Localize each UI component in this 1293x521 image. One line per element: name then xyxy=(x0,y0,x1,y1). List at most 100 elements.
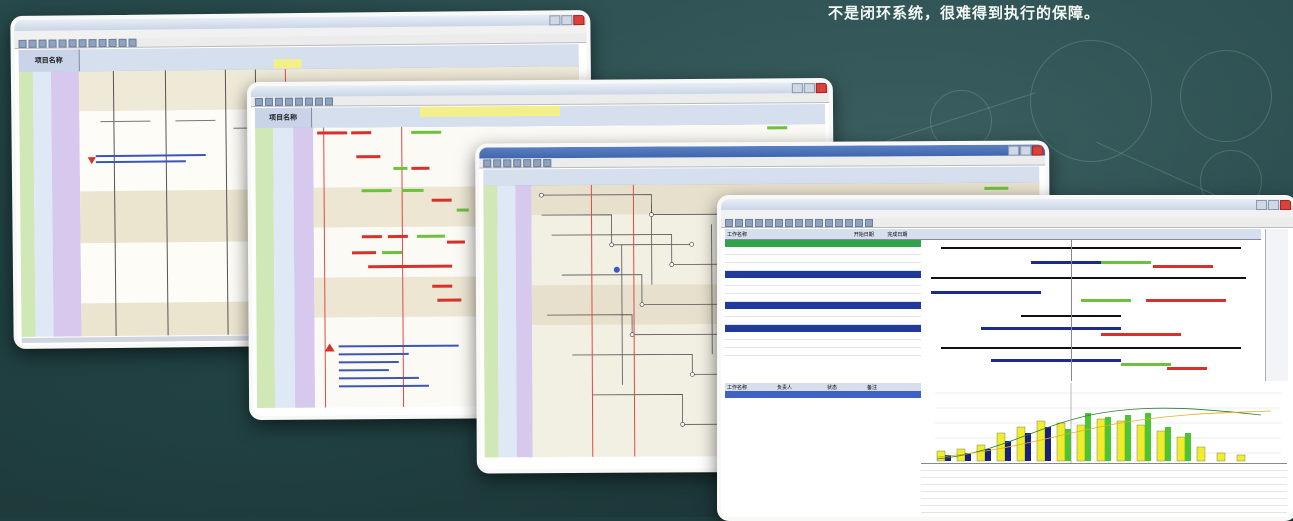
task-bar[interactable] xyxy=(432,284,453,288)
maximize-icon[interactable] xyxy=(1020,145,1032,156)
table-row[interactable] xyxy=(725,332,921,340)
tool-icon[interactable] xyxy=(815,218,823,227)
tool-icon[interactable] xyxy=(68,38,77,47)
tool-icon[interactable] xyxy=(128,38,137,47)
tool-icon[interactable] xyxy=(795,218,803,227)
table-row-selected[interactable] xyxy=(725,240,921,247)
maximize-icon[interactable] xyxy=(1268,200,1279,210)
task-bar[interactable] xyxy=(401,188,424,192)
tool-icon[interactable] xyxy=(284,97,293,106)
table-row-highlight[interactable] xyxy=(725,325,921,332)
tool-icon[interactable] xyxy=(294,97,303,106)
tool-icon[interactable] xyxy=(493,158,502,167)
table-row[interactable] xyxy=(725,255,921,263)
maximize-icon[interactable] xyxy=(803,83,815,94)
summary-bar[interactable] xyxy=(941,347,1241,349)
table-row[interactable] xyxy=(725,247,921,255)
table-row[interactable] xyxy=(725,278,921,286)
tool-icon[interactable] xyxy=(825,218,833,227)
table-row[interactable] xyxy=(725,263,921,271)
task-bar[interactable] xyxy=(416,234,445,238)
task-bar[interactable] xyxy=(456,208,469,212)
maximize-icon[interactable] xyxy=(561,15,573,26)
close-icon[interactable] xyxy=(1032,145,1044,156)
close-icon[interactable] xyxy=(1280,200,1291,210)
tool-icon[interactable] xyxy=(755,218,763,227)
tool-icon[interactable] xyxy=(735,218,743,227)
task-bar[interactable] xyxy=(991,359,1121,362)
table-row-selected[interactable] xyxy=(725,391,921,398)
minimize-icon[interactable] xyxy=(791,83,803,94)
summary-bar[interactable] xyxy=(941,247,1241,249)
table-row[interactable] xyxy=(725,286,921,294)
close-icon[interactable] xyxy=(573,15,585,26)
tool-icon[interactable] xyxy=(274,97,283,106)
task-bar[interactable] xyxy=(1153,265,1213,268)
minimize-icon[interactable] xyxy=(1256,200,1267,210)
tool-icon[interactable] xyxy=(58,38,67,48)
tool-icon[interactable] xyxy=(38,39,47,48)
task-bar[interactable] xyxy=(1167,367,1207,370)
tool-icon[interactable] xyxy=(543,158,552,167)
table-row[interactable] xyxy=(725,317,921,325)
tool-icon[interactable] xyxy=(725,218,733,227)
task-bar[interactable] xyxy=(1101,261,1151,264)
tool-icon[interactable] xyxy=(108,38,117,47)
table-row[interactable] xyxy=(725,348,921,356)
close-icon[interactable] xyxy=(815,83,827,94)
tool-icon[interactable] xyxy=(78,38,87,47)
table-row-highlight[interactable] xyxy=(725,302,921,309)
task-bar[interactable] xyxy=(437,298,462,302)
tool-icon[interactable] xyxy=(845,218,853,227)
tool-icon[interactable] xyxy=(254,97,263,106)
task-bar[interactable] xyxy=(1121,363,1171,366)
tool-icon[interactable] xyxy=(865,218,873,227)
tool-icon[interactable] xyxy=(855,218,863,227)
tool-icon[interactable] xyxy=(48,39,57,48)
tool-icon[interactable] xyxy=(835,218,843,227)
summary-bar[interactable] xyxy=(931,277,1246,279)
tool-icon[interactable] xyxy=(28,39,37,48)
task-bar[interactable] xyxy=(361,189,392,193)
task-bar[interactable] xyxy=(411,130,442,134)
tool-icon[interactable] xyxy=(88,38,97,47)
task-bar[interactable] xyxy=(361,235,382,239)
task-bar[interactable] xyxy=(446,240,465,244)
task-bar[interactable] xyxy=(356,155,381,159)
tool-icon[interactable] xyxy=(503,158,512,167)
task-bar[interactable] xyxy=(317,131,348,135)
tool-icon[interactable] xyxy=(18,39,27,48)
tool-icon[interactable] xyxy=(304,97,313,106)
task-bar[interactable] xyxy=(931,291,1041,294)
tool-icon[interactable] xyxy=(805,218,813,227)
task-bar[interactable] xyxy=(981,327,1121,330)
table-row[interactable] xyxy=(725,340,921,348)
table-row[interactable] xyxy=(725,294,921,302)
tool-icon[interactable] xyxy=(765,218,773,227)
task-bar[interactable] xyxy=(1101,333,1181,336)
task-bar[interactable] xyxy=(393,166,408,171)
tool-icon[interactable] xyxy=(513,158,522,167)
table-row[interactable] xyxy=(725,309,921,317)
table-row-highlight[interactable] xyxy=(725,271,921,278)
task-bar[interactable] xyxy=(368,264,453,269)
tool-icon[interactable] xyxy=(98,38,107,47)
task-bar[interactable] xyxy=(431,198,452,202)
tool-icon[interactable] xyxy=(533,158,542,167)
tool-icon[interactable] xyxy=(483,158,492,167)
tool-icon[interactable] xyxy=(745,218,753,227)
task-bar[interactable] xyxy=(1081,299,1131,302)
tool-icon[interactable] xyxy=(523,158,532,167)
task-bar[interactable] xyxy=(351,131,372,135)
task-bar[interactable] xyxy=(387,234,408,239)
tool-icon[interactable] xyxy=(118,38,127,47)
minimize-icon[interactable] xyxy=(1008,145,1020,156)
task-bar[interactable] xyxy=(382,250,403,255)
task-bar[interactable] xyxy=(352,251,377,255)
tool-icon[interactable] xyxy=(324,96,333,106)
tool-icon[interactable] xyxy=(314,97,323,106)
task-bar[interactable] xyxy=(411,166,430,170)
task-bar[interactable] xyxy=(1146,299,1226,302)
tool-icon[interactable] xyxy=(264,97,273,106)
tool-icon[interactable] xyxy=(775,218,783,227)
